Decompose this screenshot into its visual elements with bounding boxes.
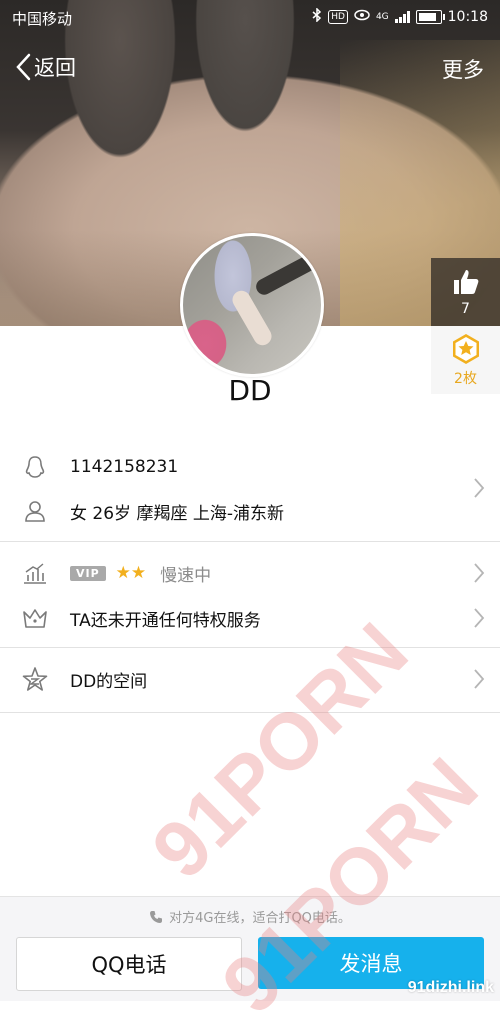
qzone-star-icon	[20, 664, 50, 694]
person-icon	[20, 496, 50, 526]
status-icons: HD 4G 10:18	[312, 7, 488, 26]
chevron-right-icon	[474, 669, 485, 689]
divider	[0, 541, 500, 542]
qq-number-row: 1142158231	[0, 452, 500, 482]
watermark-text: 91PORN	[135, 605, 425, 896]
battery-icon	[415, 10, 445, 24]
more-button[interactable]: 更多	[442, 54, 484, 84]
penguin-icon	[20, 452, 50, 482]
online-status-text: 对方4G在线，适合打QQ电话。	[169, 911, 351, 926]
chevron-right-icon	[474, 608, 485, 628]
vip-stars: ★★	[115, 563, 147, 583]
bluetooth-icon	[312, 7, 322, 26]
vip-badge: VIP	[70, 565, 106, 581]
signal-icon	[394, 11, 410, 23]
growth-chart-icon	[20, 558, 50, 588]
thumbs-up-icon	[453, 270, 478, 294]
profile-name: DD	[228, 374, 272, 407]
avatar[interactable]	[180, 233, 324, 377]
qq-number: 1142158231	[70, 457, 179, 477]
qzone-row[interactable]: DD的空间	[0, 664, 500, 694]
avatar-photo-leg	[229, 287, 275, 349]
back-label: 返回	[34, 56, 76, 80]
back-button[interactable]: 返回	[14, 52, 76, 82]
like-button[interactable]: 7	[431, 258, 500, 326]
chevron-right-icon	[474, 478, 485, 498]
clock-label: 10:18	[447, 9, 488, 25]
basic-info-row[interactable]: 女 26岁 摩羯座 上海-浦东新	[0, 496, 500, 526]
privilege-text: TA还未开通任何特权服务	[70, 610, 261, 631]
basic-info: 女 26岁 摩羯座 上海-浦东新	[70, 503, 284, 524]
qzone-label: DD的空间	[70, 671, 148, 692]
bottom-action-bar: 对方4G在线，适合打QQ电话。 QQ电话 发消息 91dizhi.link	[0, 896, 500, 1001]
qq-call-button[interactable]: QQ电话	[16, 937, 242, 991]
like-count: 7	[461, 301, 470, 317]
carrier-label: 中国移动	[12, 10, 73, 28]
vip-info: VIP ★★ 慢速中	[70, 561, 211, 586]
avatar-photo-shadow	[253, 250, 321, 298]
medal-icon	[452, 333, 479, 364]
network-type-label: 4G	[375, 12, 389, 22]
online-status: 对方4G在线，适合打QQ电话。	[0, 907, 500, 926]
vip-speed-status: 慢速中	[160, 565, 212, 586]
divider	[0, 712, 500, 713]
crown-icon	[20, 603, 50, 633]
vip-level-row[interactable]: VIP ★★ 慢速中	[0, 558, 500, 588]
divider	[0, 647, 500, 648]
phone-icon	[150, 911, 163, 923]
watermark-link: 91dizhi.link	[407, 979, 494, 996]
chevron-right-icon	[474, 563, 485, 583]
chevron-left-icon	[16, 53, 31, 81]
eye-icon	[354, 9, 370, 25]
hd-icon: HD	[328, 10, 348, 24]
privilege-row[interactable]: TA还未开通任何特权服务	[0, 603, 500, 633]
status-bar: 中国移动 HD 4G 10:18	[0, 0, 500, 34]
